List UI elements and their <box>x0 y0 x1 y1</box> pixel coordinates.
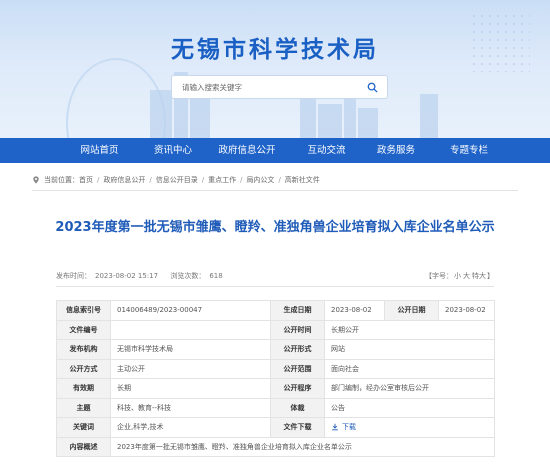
search-input[interactable] <box>172 76 347 98</box>
font-size-medium[interactable]: 大 <box>463 272 470 280</box>
breadcrumb-item[interactable]: 高新社文件 <box>285 175 320 185</box>
font-size-small[interactable]: 小 <box>454 272 461 280</box>
divider <box>32 190 518 191</box>
site-title: 无锡市科学技术局 <box>171 37 379 63</box>
table-row: 文件编号 公开时间 长期公开 <box>56 319 495 340</box>
nav-item-gov-info[interactable]: 政府信息公开 <box>205 138 289 163</box>
open-form-label: 公开形式 <box>270 339 325 360</box>
table-row: 有效期 长期 公开程序 部门编制，经办公室审核后公开 <box>56 378 495 399</box>
doc-no-label: 文件编号 <box>56 319 111 340</box>
nav-item-services[interactable]: 政务服务 <box>364 138 428 163</box>
breadcrumb-separator: / <box>201 176 205 184</box>
genre-value: 公告 <box>324 397 495 418</box>
table-row: 关键词 企业,科学,技术 文件下载 下载 <box>56 417 495 438</box>
issuer-value: 无锡市科学技术局 <box>110 339 271 360</box>
search-box <box>171 75 388 99</box>
breadcrumb-separator: / <box>278 176 281 184</box>
main-nav: 网站首页 资讯中心 政府信息公开 互动交流 政务服务 专题专栏 <box>0 138 550 163</box>
breadcrumb-separator: / <box>240 176 243 184</box>
skyline-decoration <box>150 90 172 138</box>
views-label: 浏览次数： <box>170 272 206 280</box>
download-label: 文件下载 <box>270 417 325 438</box>
summary-label: 内容概述 <box>56 436 111 457</box>
skyline-decoration <box>190 98 210 138</box>
font-size-label: 【字号： <box>425 272 453 280</box>
download-cell: 下载 <box>324 417 495 438</box>
table-row: 内容概述 2023年度第一批无锡市雏鹰、瞪羚、准独角兽企业培育拟入库企业名单公示 <box>56 436 495 457</box>
genre-label: 体裁 <box>270 397 325 418</box>
table-row: 信息索引号 014006489/2023-00047 生成日期 2023-08-… <box>56 300 495 321</box>
open-proc-value: 部门编制，经办公室审核后公开 <box>324 378 495 399</box>
doc-no-value <box>110 319 271 340</box>
gen-date-label: 生成日期 <box>270 300 325 321</box>
search-button[interactable] <box>357 75 387 99</box>
article-meta: 发布时间： 2023-08-02 15:17 浏览次数： 618 <box>56 271 227 281</box>
validity-label: 有效期 <box>56 378 111 399</box>
topic-value: 科技、教育--科技 <box>110 397 271 418</box>
breadcrumb-item[interactable]: 重点工作 <box>208 175 236 185</box>
keywords-value: 企业,科学,技术 <box>110 417 271 438</box>
skyline-decoration <box>318 104 342 138</box>
font-size-close: 】 <box>487 272 494 280</box>
skyline-decoration <box>358 108 378 138</box>
download-link[interactable]: 下载 <box>331 422 356 432</box>
search-icon <box>367 82 378 93</box>
topic-label: 主题 <box>56 397 111 418</box>
location-icon <box>33 176 39 184</box>
download-text: 下载 <box>342 422 356 431</box>
index-label: 信息索引号 <box>56 300 111 321</box>
breadcrumb-separator: / <box>149 176 152 184</box>
open-scope-label: 公开范围 <box>270 358 325 379</box>
breadcrumb-item[interactable]: 信息公开目录 <box>156 175 198 185</box>
open-time-value: 长期公开 <box>324 319 495 340</box>
open-scope-value: 面向社会 <box>324 358 495 379</box>
info-table: 信息索引号 014006489/2023-00047 生成日期 2023-08-… <box>56 300 495 457</box>
breadcrumb-item[interactable]: 首页 <box>79 175 93 185</box>
open-proc-label: 公开程序 <box>270 378 325 399</box>
pub-date-label: 公开日期 <box>384 300 439 321</box>
site-header: 无锡市科学技术局 <box>0 0 550 138</box>
table-row: 发布机构 无锡市科学技术局 公开形式 网站 <box>56 339 495 360</box>
index-value: 014006489/2023-00047 <box>110 300 271 321</box>
summary-value: 2023年度第一批无锡市雏鹰、瞪羚、准独角兽企业培育拟入库企业名单公示 <box>110 436 495 457</box>
breadcrumb: 当前位置： 首页 / 政府信息公开 / 信息公开目录 / 重点工作 / 局内公文… <box>32 175 320 185</box>
gen-date-value: 2023-08-02 <box>324 300 385 321</box>
nav-item-news[interactable]: 资讯中心 <box>141 138 205 163</box>
open-mode-value: 主动公开 <box>110 358 271 379</box>
nav-item-interaction[interactable]: 互动交流 <box>289 138 364 163</box>
publish-time: 2023-08-02 15:17 <box>95 272 159 280</box>
divider <box>56 286 494 287</box>
table-row: 主题 科技、教育--科技 体裁 公告 <box>56 397 495 418</box>
publish-label: 发布时间： <box>56 272 91 280</box>
pub-date-value: 2023-08-02 <box>438 300 495 321</box>
breadcrumb-prefix: 当前位置： <box>44 176 79 184</box>
nav-item-topics[interactable]: 专题专栏 <box>428 138 510 163</box>
keywords-label: 关键词 <box>56 417 111 438</box>
font-size-control: 【字号：小大特大】 <box>425 271 494 281</box>
nav-item-home[interactable]: 网站首页 <box>58 138 141 163</box>
article-title: 2023年度第一批无锡市雏鹰、瞪羚、准独角兽企业培育拟入库企业名单公示 <box>55 220 495 235</box>
font-size-large[interactable]: 特大 <box>472 272 486 280</box>
issuer-label: 发布机构 <box>56 339 111 360</box>
views-count: 618 <box>209 272 223 280</box>
open-mode-label: 公开方式 <box>56 358 111 379</box>
download-icon <box>332 423 338 430</box>
skyline-decoration <box>420 94 438 138</box>
open-form-value: 网站 <box>324 339 495 360</box>
breadcrumb-separator: / <box>97 176 100 184</box>
breadcrumb-item[interactable]: 局内公文 <box>246 175 274 185</box>
open-time-label: 公开时间 <box>270 319 325 340</box>
validity-value: 长期 <box>110 378 271 399</box>
table-row: 公开方式 主动公开 公开范围 面向社会 <box>56 358 495 379</box>
breadcrumb-item[interactable]: 政府信息公开 <box>103 175 145 185</box>
